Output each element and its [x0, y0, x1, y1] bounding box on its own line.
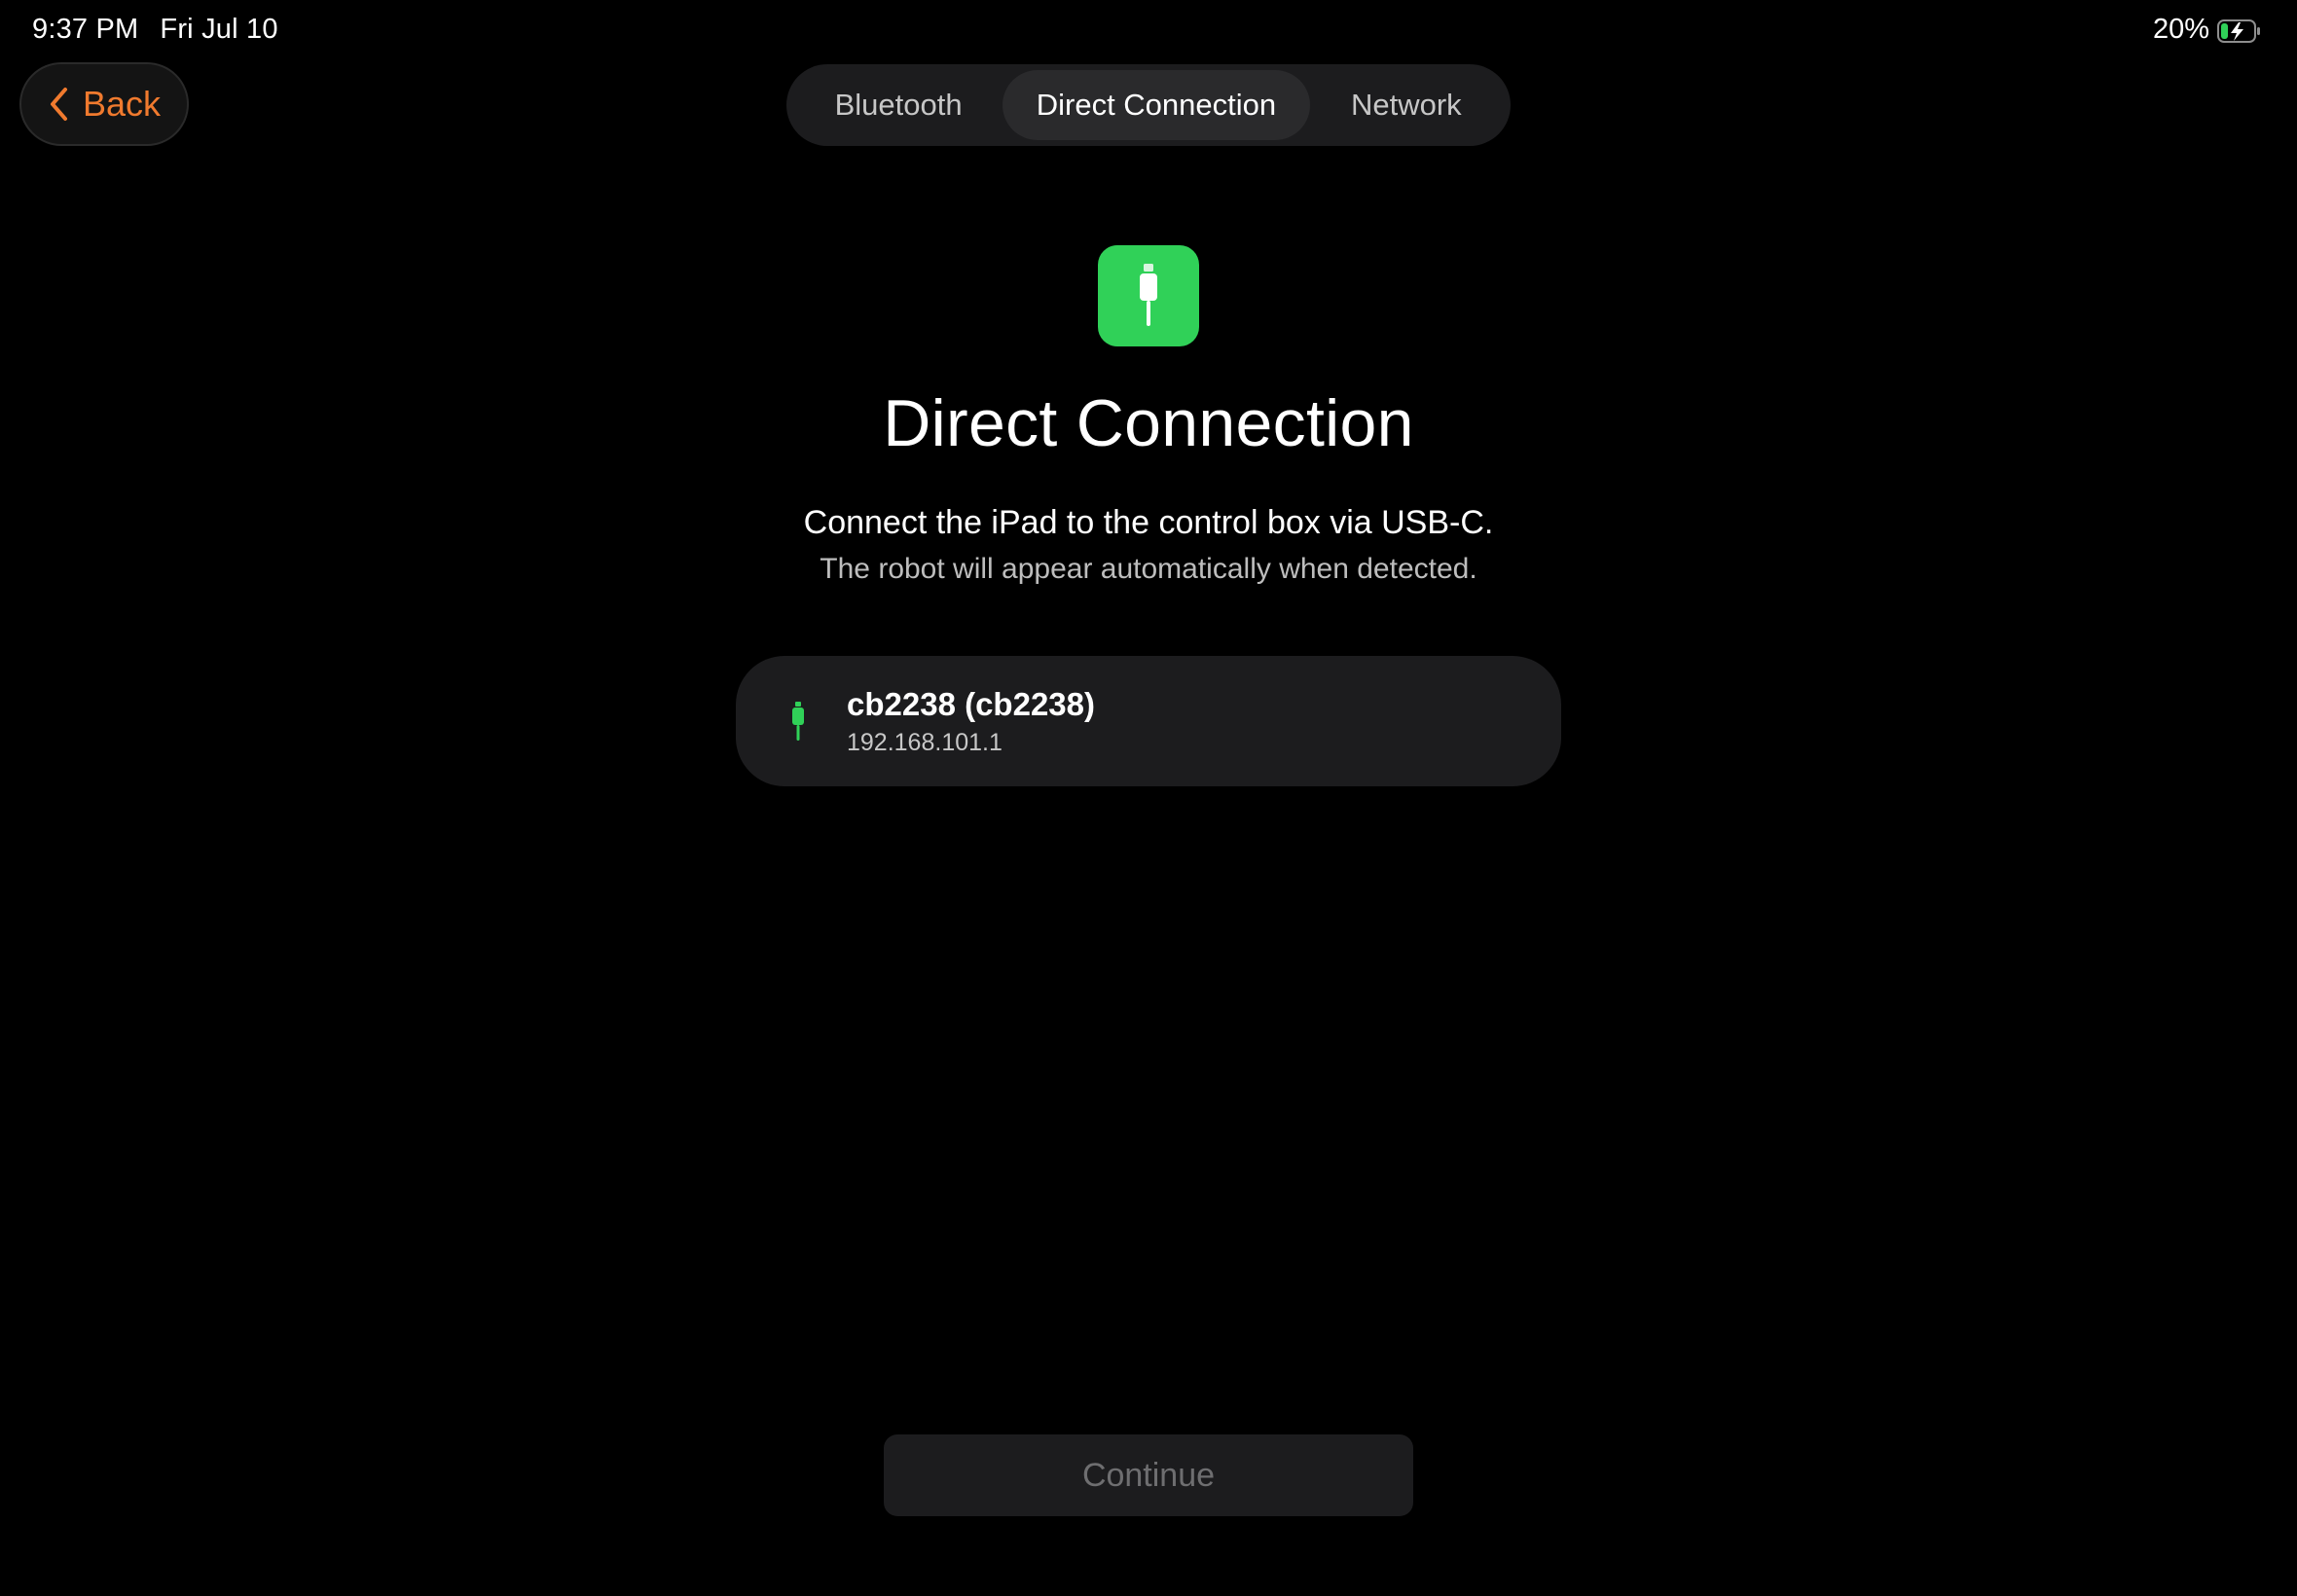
tab-direct-connection[interactable]: Direct Connection — [1003, 70, 1310, 140]
tab-bluetooth[interactable]: Bluetooth — [794, 70, 1003, 140]
battery-percent: 20% — [2152, 14, 2209, 45]
status-date: Fri Jul 10 — [160, 14, 278, 45]
continue-button[interactable]: Continue — [884, 1434, 1413, 1516]
instruction-text: Connect the iPad to the control box via … — [803, 504, 1494, 541]
status-bar-right: 20% — [2153, 14, 2262, 46]
tab-network[interactable]: Network — [1310, 70, 1503, 140]
connection-type-tabs: Bluetooth Direct Connection Network — [786, 64, 1511, 146]
status-time: 9:37 PM — [32, 14, 139, 45]
device-list-item[interactable]: cb2238 (cb2238) 192.168.101.1 — [736, 656, 1561, 786]
device-name: cb2238 (cb2238) — [847, 685, 1095, 722]
usb-cable-icon — [1098, 245, 1199, 346]
status-bar-left: 9:37 PM Fri Jul 10 — [32, 14, 278, 46]
back-button[interactable]: Back — [19, 62, 189, 146]
device-info: cb2238 (cb2238) 192.168.101.1 — [847, 686, 1095, 757]
helper-text: The robot will appear automatically when… — [820, 553, 1477, 585]
chevron-left-icon — [48, 86, 69, 123]
page-title: Direct Connection — [883, 386, 1414, 460]
battery-charging-icon — [2217, 18, 2262, 43]
usb-cable-icon — [788, 702, 808, 741]
back-label: Back — [82, 84, 162, 124]
screen: 9:37 PM Fri Jul 10 20% Back Bluetooth Di… — [0, 0, 2297, 1596]
device-address: 192.168.101.1 — [847, 728, 1003, 756]
